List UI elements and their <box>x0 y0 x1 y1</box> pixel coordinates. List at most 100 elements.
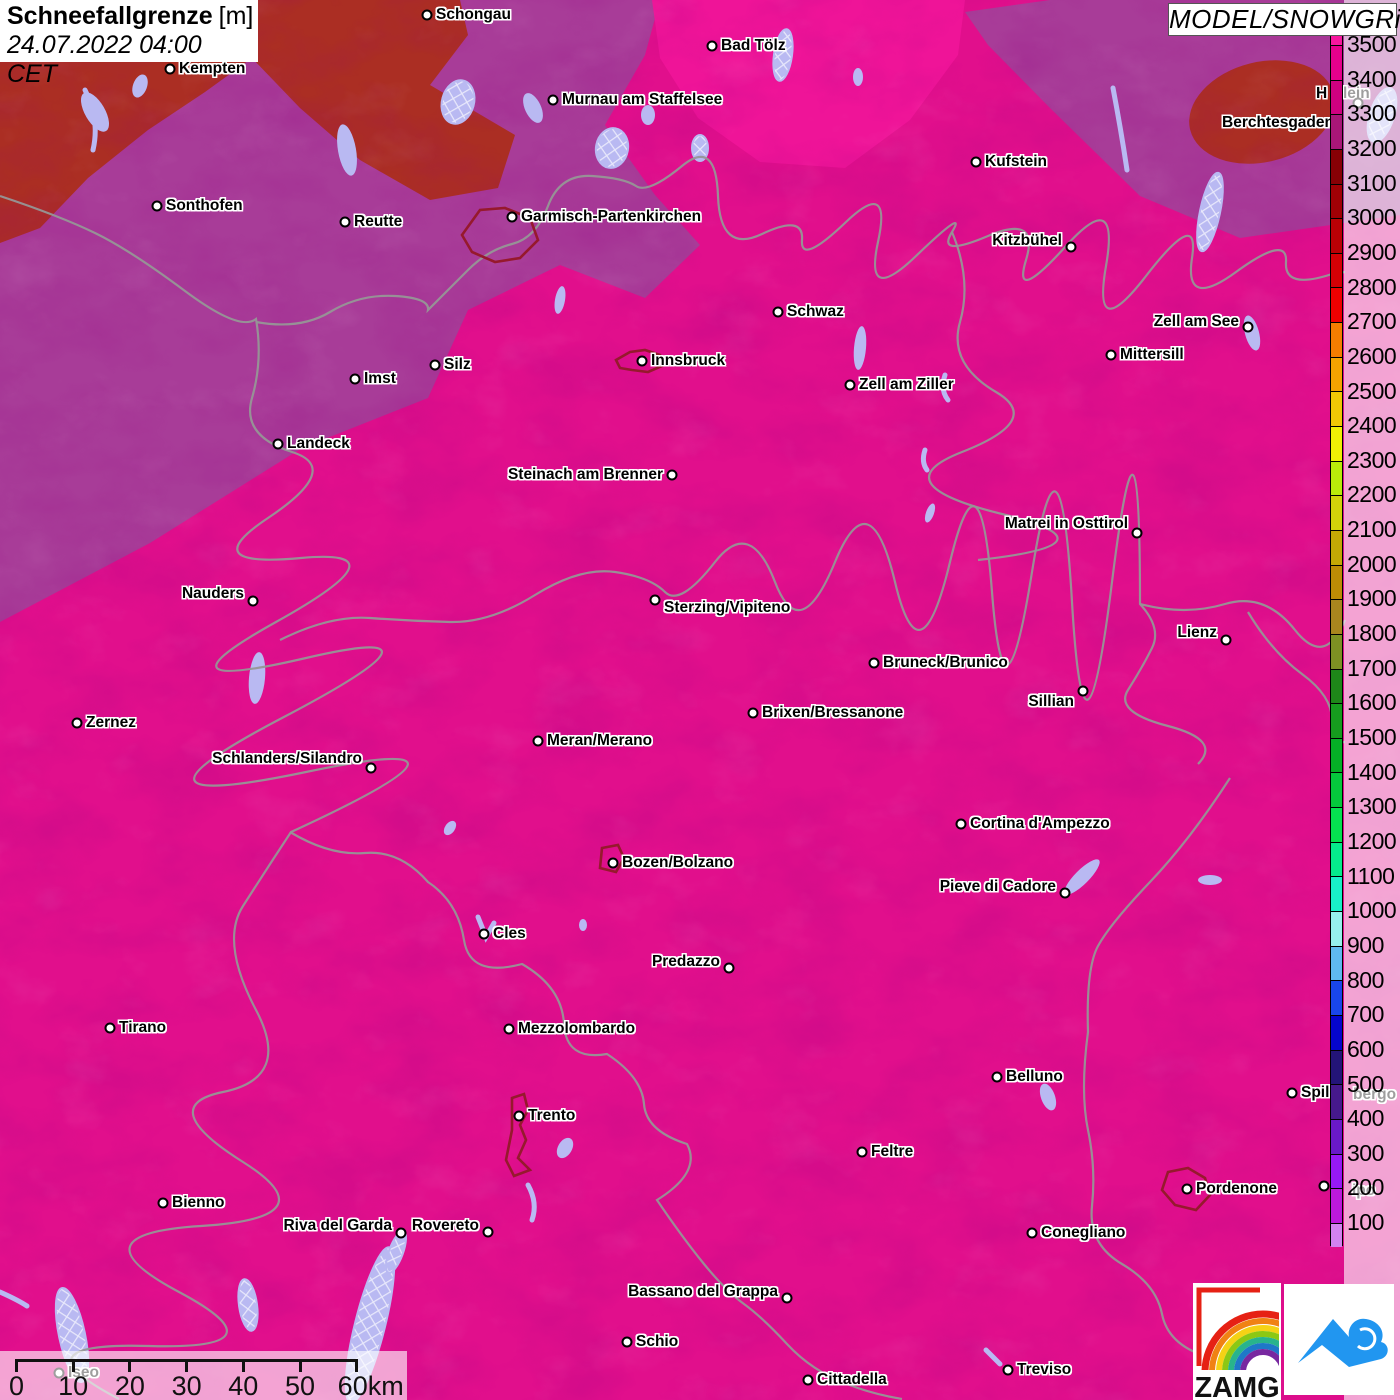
colorbar-segment <box>1331 426 1342 461</box>
city-label: Cles <box>493 925 526 942</box>
city-dot <box>1065 241 1077 253</box>
city-label: Sillian <box>1028 693 1074 710</box>
colorbar-segment <box>1331 703 1342 738</box>
colorbar-tick-label: 3200 <box>1347 134 1397 161</box>
city-dot <box>856 1146 868 1158</box>
colorbar-tick-label: 1800 <box>1347 620 1397 647</box>
title-unit: [m] <box>218 2 254 30</box>
colorbar-segment <box>1331 287 1342 323</box>
city-label: Lienz <box>1177 624 1217 641</box>
colorbar-tick-label: 100 <box>1347 1209 1384 1236</box>
city-label: Zell am See <box>1153 313 1239 330</box>
city-dot <box>666 469 678 481</box>
colorbar-tick-label: 2200 <box>1347 481 1397 508</box>
city-dot <box>1131 527 1143 539</box>
city-label: Kitzbühel <box>992 232 1062 249</box>
snowgrid-map-screenshot: Schongau Bad Tölz Kempten Murnau am Staffel… <box>0 0 1400 1400</box>
colorbar-segment <box>1331 841 1342 877</box>
colorbar-segment <box>1331 114 1342 149</box>
colorbar-segment <box>1331 529 1342 565</box>
city-dot <box>781 1292 793 1304</box>
city-label: Conegliano <box>1041 1224 1126 1241</box>
city-label: Pieve di Cadore <box>939 878 1056 895</box>
colorbar-tick-label: 3100 <box>1347 169 1397 196</box>
colorbar-tick-label: 800 <box>1347 966 1384 993</box>
city-label: Murnau am Staffelsee <box>562 91 723 108</box>
city-dot <box>429 359 441 371</box>
city-dot <box>71 717 83 729</box>
scalebar-label: 60km <box>337 1371 404 1400</box>
colorbar-segment <box>1331 876 1342 912</box>
colorbar-tick-label: 2900 <box>1347 238 1397 265</box>
city-dot <box>636 355 648 367</box>
map-title-box: Schneefallgrenze [m] 24.07.2022 04:00 CET <box>0 0 258 88</box>
city-dot <box>1002 1364 1014 1376</box>
city-dot <box>723 962 735 974</box>
colorbar-segment <box>1331 911 1342 946</box>
city-label: Landeck <box>287 435 350 452</box>
colorbar-tick-label: 2500 <box>1347 377 1397 404</box>
city-label: Garmisch-Partenkirchen <box>521 208 702 225</box>
colorbar-tick-label: 1300 <box>1347 793 1397 820</box>
city-dot <box>421 9 433 21</box>
city-label: Rovereto <box>411 1217 479 1234</box>
scalebar-label: 30 <box>171 1371 202 1400</box>
city-dot <box>1026 1227 1038 1239</box>
city-label: Bruneck/Brunico <box>883 654 1008 671</box>
city-dot <box>868 657 880 669</box>
city-label: Sterzing/Vipiteno <box>664 599 791 616</box>
colorbar-segment <box>1331 252 1342 288</box>
city-label: Belluno <box>1006 1068 1063 1085</box>
city-label: Spili <box>1301 1084 1334 1101</box>
city-dot <box>395 1227 407 1239</box>
colorbar-segment <box>1331 599 1342 634</box>
city-label: Treviso <box>1017 1361 1072 1378</box>
colorbar-tick-label: 2100 <box>1347 516 1397 543</box>
colorbar-tick-label: 1600 <box>1347 689 1397 716</box>
colorbar-segment <box>1331 183 1342 219</box>
city-dot <box>1220 634 1232 646</box>
city-label: Schongau <box>436 6 511 23</box>
city-label: Matrei in Osttirol <box>1004 515 1128 532</box>
city-label: Bassano del Grappa <box>628 1283 778 1300</box>
city-label: Pordenone <box>1196 1180 1277 1197</box>
colorbar-tick-label: 3300 <box>1347 100 1397 127</box>
colorbar-tick-label: 2300 <box>1347 446 1397 473</box>
city-dot <box>339 216 351 228</box>
colorbar-tick-label: 1200 <box>1347 827 1397 854</box>
colorbar-tick-label: 1500 <box>1347 724 1397 750</box>
colorbar-tick-label: 2000 <box>1347 550 1397 577</box>
scalebar-label: 10 <box>58 1371 89 1400</box>
colorbar-segment <box>1331 633 1342 669</box>
distance-scalebar: 0 10 20 30 40 50 60km <box>0 1351 407 1400</box>
city-label: Cortina d'Ampezzo <box>970 815 1110 832</box>
colorbar-segment <box>1331 737 1342 773</box>
title-text: Schneefallgrenze <box>7 2 213 30</box>
colorbar-segment <box>1331 1049 1342 1085</box>
city-dot <box>991 1071 1003 1083</box>
city-dot <box>482 1226 494 1238</box>
city-dot <box>1318 1180 1330 1192</box>
city-label: Riva del Garda <box>283 1217 392 1234</box>
city-dot <box>772 306 784 318</box>
city-label: Zernez <box>86 714 136 731</box>
city-dot <box>506 211 518 223</box>
city-dot <box>478 928 490 940</box>
city-dot <box>1181 1183 1193 1195</box>
city-label: Berchtesgaden <box>1222 114 1334 131</box>
city-label: Trento <box>528 1107 576 1124</box>
city-label: Imst <box>364 370 396 387</box>
colorbar-segment <box>1331 564 1342 600</box>
map-title: Schneefallgrenze [m] <box>7 2 258 31</box>
colorbar-tick-label: 1700 <box>1347 654 1397 681</box>
colorbar-tick-label: 600 <box>1347 1035 1384 1062</box>
colorbar-segment <box>1331 980 1342 1015</box>
colorbar-tick-label: 700 <box>1347 1001 1384 1028</box>
city-dot <box>151 200 163 212</box>
city-label: Reutte <box>354 213 403 230</box>
city-label: Mittersill <box>1120 346 1184 363</box>
colorbar-segment <box>1331 391 1342 427</box>
scalebar-label: 20 <box>114 1371 145 1400</box>
colorbar-tick-label: 1400 <box>1347 758 1397 785</box>
city-dot <box>247 595 259 607</box>
